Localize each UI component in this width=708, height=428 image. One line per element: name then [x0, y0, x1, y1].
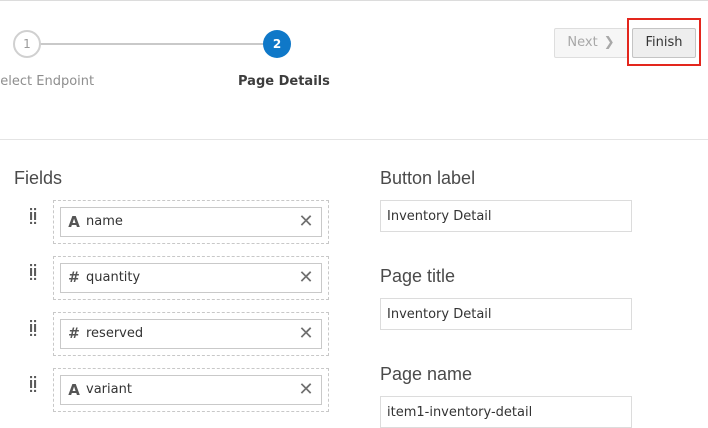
fields-title: Fields — [14, 168, 63, 188]
drag-handle-icon[interactable]: ⠿ ⠿ — [28, 320, 42, 344]
number-type-icon: # — [68, 326, 80, 342]
page-name-input[interactable] — [380, 396, 632, 428]
field-row-variant: ⠿ ⠿ A variant ✕ — [28, 368, 333, 414]
number-type-icon: # — [68, 270, 80, 286]
field-chip[interactable]: A name ✕ — [60, 207, 322, 237]
page-name-heading: Page name — [380, 364, 473, 384]
field-name: reserved — [86, 326, 144, 341]
train-step-1-label[interactable]: Select Endpoint — [0, 74, 94, 89]
page-title-input[interactable] — [380, 298, 632, 330]
remove-icon[interactable]: ✕ — [297, 212, 315, 232]
remove-icon[interactable]: ✕ — [297, 380, 315, 400]
remove-icon[interactable]: ✕ — [297, 268, 315, 288]
field-chip[interactable]: # reserved ✕ — [60, 319, 322, 349]
next-button-label: Next — [567, 35, 598, 50]
field-chip[interactable]: # quantity ✕ — [60, 263, 322, 293]
train-step-2-circle[interactable]: 2 — [263, 30, 291, 58]
field-drop-zone: A variant ✕ — [53, 368, 329, 412]
train-step-1-circle[interactable]: 1 — [13, 30, 41, 58]
field-drop-zone: A name ✕ — [53, 200, 329, 244]
drag-handle-icon[interactable]: ⠿ ⠿ — [28, 264, 42, 288]
field-drop-zone: # quantity ✕ — [53, 256, 329, 300]
train-step-2-label: Page Details — [238, 74, 330, 89]
wizard-header: 1 2 Select Endpoint Page Details Next ❯ F… — [0, 0, 708, 140]
field-chip[interactable]: A variant ✕ — [60, 375, 322, 405]
train-connector — [40, 43, 266, 45]
field-row-name: ⠿ ⠿ A name ✕ — [28, 200, 333, 246]
button-label-input[interactable] — [380, 200, 632, 232]
text-type-icon: A — [68, 381, 80, 399]
chevron-right-icon: ❯ — [603, 35, 615, 50]
field-name: variant — [86, 382, 132, 397]
field-drop-zone: # reserved ✕ — [53, 312, 329, 356]
drag-handle-icon[interactable]: ⠿ ⠿ — [28, 376, 42, 400]
finish-button[interactable]: Finish — [632, 28, 696, 58]
field-row-quantity: ⠿ ⠿ # quantity ✕ — [28, 256, 333, 302]
page-title-heading: Page title — [380, 266, 456, 286]
next-button[interactable]: Next ❯ — [554, 28, 628, 58]
drag-handle-icon[interactable]: ⠿ ⠿ — [28, 208, 42, 232]
field-row-reserved: ⠿ ⠿ # reserved ✕ — [28, 312, 333, 358]
field-name: name — [86, 214, 123, 229]
text-type-icon: A — [68, 213, 80, 231]
field-name: quantity — [86, 270, 141, 285]
remove-icon[interactable]: ✕ — [297, 324, 315, 344]
button-label-heading: Button label — [380, 168, 476, 188]
